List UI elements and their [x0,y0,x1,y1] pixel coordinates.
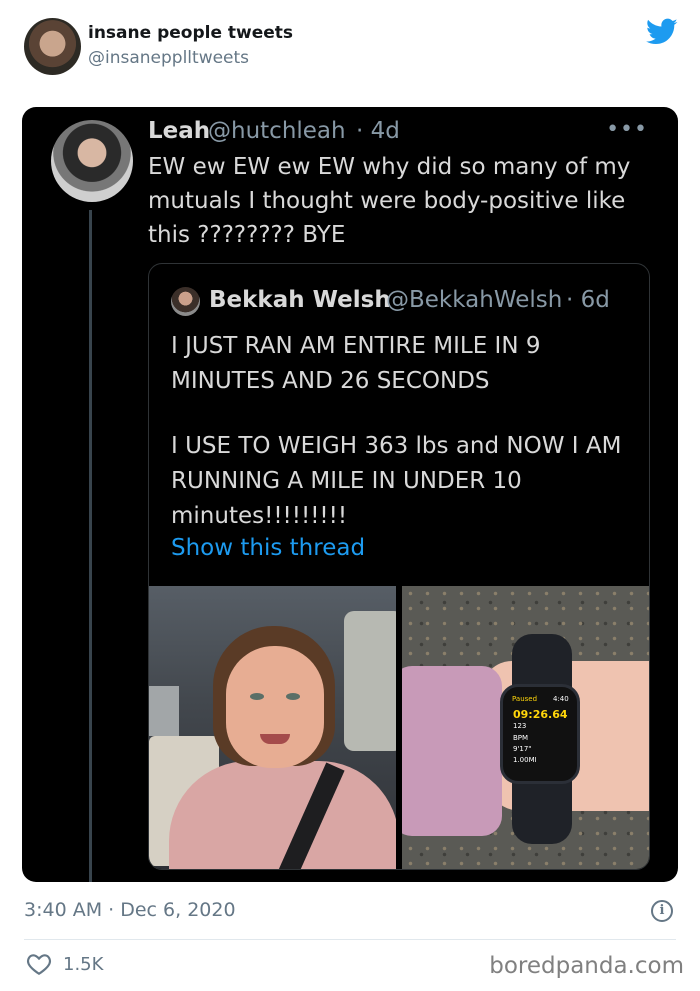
twitter-bird-icon[interactable] [646,18,678,46]
thread-line [89,210,92,882]
watch-timer: 09:26.64 [513,708,568,721]
quoted-text-paragraph-1: I JUST RAN AM ENTIRE MILE IN 9 MINUTES A… [171,333,541,394]
apple-watch: Paused 4:40 09:26.64 123 BPM 9'17" 1.00M… [500,684,580,784]
account-display-name[interactable]: insane people tweets [88,23,293,43]
face [226,646,324,768]
tweet-screenshot: Leah @hutchleah · 4d ••• EW ew EW ew EW … [22,107,678,882]
watch-metric-3: 9'17" [513,745,532,753]
leah-tweet-text: EW ew EW ew EW why did so many of my mut… [148,154,631,248]
like-count[interactable]: 1.5K [63,954,103,975]
leah-time: · 4d [356,118,400,144]
site-watermark: boredpanda.com [489,953,684,979]
watch-status: Paused [512,695,538,703]
quoted-text-paragraph-2: I USE TO WEIGH 363 lbs and NOW I AM RUNN… [171,433,622,529]
watch-metric-2: BPM [513,734,529,742]
pink-shirt [169,761,396,869]
bekkah-name[interactable]: Bekkah Welsh [209,287,391,313]
account-handle[interactable]: @insanepplltweets [88,48,249,68]
account-avatar[interactable] [24,18,81,75]
quoted-tweet-card[interactable]: Bekkah Welsh @BekkahWelsh · 6d I JUST RA… [148,263,650,870]
bekkah-avatar[interactable] [171,287,200,316]
divider [24,939,676,940]
watch-metric-1: 123 [513,722,527,730]
info-icon[interactable]: i [651,900,673,922]
heart-icon[interactable] [26,951,52,977]
car-window [344,611,396,751]
show-thread-link[interactable]: Show this thread [171,535,365,561]
car-rear-window [149,686,179,736]
purple-sleeve [402,666,502,836]
watch-photo[interactable]: Paused 4:40 09:26.64 123 BPM 9'17" 1.00M… [402,586,649,869]
more-icon[interactable]: ••• [606,117,648,142]
bekkah-handle[interactable]: @BekkahWelsh [386,287,562,313]
watch-clock: 4:40 [553,695,569,703]
tweet-timestamp[interactable]: 3:40 AM · Dec 6, 2020 [24,899,236,921]
bekkah-time: · 6d [566,287,610,313]
leah-name[interactable]: Leah [148,118,210,144]
smile [260,734,290,744]
leah-avatar[interactable] [51,120,133,202]
watch-metric-4: 1.00MI [513,756,537,764]
left-eye [250,693,264,700]
selfie-photo[interactable] [149,586,396,869]
right-eye [286,693,300,700]
leah-handle[interactable]: @hutchleah [208,118,346,144]
